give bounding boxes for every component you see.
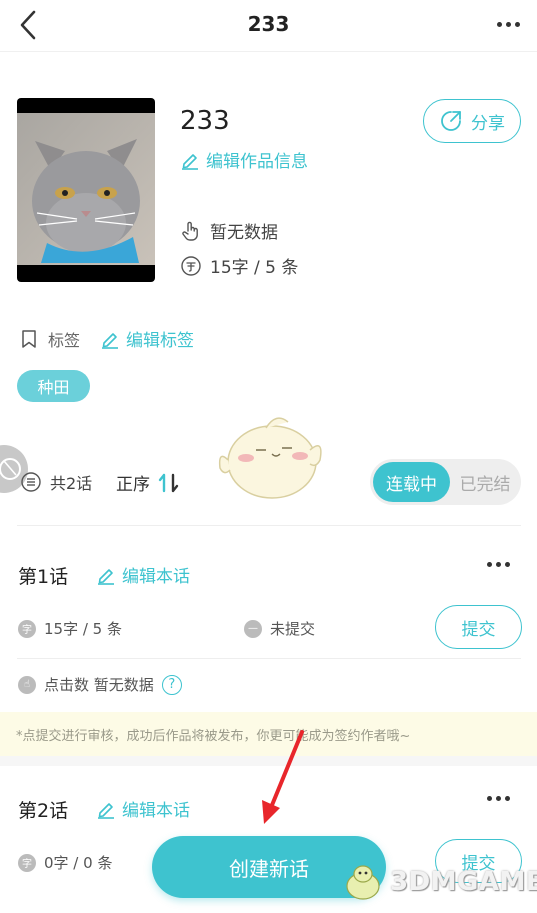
list-icon <box>21 472 41 492</box>
share-icon <box>441 111 461 131</box>
edit-chapter-label: 编辑本话 <box>122 567 190 587</box>
chapter-title: 第2话 <box>18 800 69 822</box>
sort-icon <box>158 473 179 492</box>
work-title: 233 <box>180 106 230 136</box>
divider <box>17 658 521 659</box>
help-icon[interactable]: ? <box>161 674 182 695</box>
more-icon <box>493 12 523 36</box>
pencil-icon <box>98 802 114 819</box>
cat-photo-icon <box>17 113 155 265</box>
tags-row: 标签 编辑标签 <box>18 326 194 351</box>
watermark-text: 3DMGAME <box>390 867 537 897</box>
page-title: 233 <box>247 12 290 36</box>
chapter-word-count-text: 0字 / 0 条 <box>44 854 113 872</box>
hand-pointer-icon: ☝ <box>18 675 36 694</box>
chapter-word-count: 字 15字 / 5 条 <box>18 618 122 639</box>
sort-order-label: 正序 <box>116 475 150 495</box>
chapter-count: 共2话 <box>20 470 92 494</box>
chapter-title: 第1话 <box>18 566 69 588</box>
chapter-count-text: 共2话 <box>50 474 93 493</box>
tags-label: 标签 <box>48 330 81 350</box>
edit-work-info-label: 编辑作品信息 <box>206 152 308 172</box>
chapter-more-button[interactable] <box>481 552 515 576</box>
word-count-text: 15字 / 5 条 <box>210 258 299 278</box>
character-count-icon: 字 <box>18 853 36 872</box>
bookmark-icon <box>22 329 36 348</box>
word-count-stat: 15字 / 5 条 <box>180 253 298 278</box>
tag-chip[interactable]: 种田 <box>17 370 90 402</box>
likes-stat: 暂无数据 <box>180 218 278 243</box>
mascot-illustration <box>218 417 322 499</box>
more-icon <box>481 786 515 810</box>
more-menu-button[interactable] <box>493 12 523 36</box>
annotation-arrow-icon <box>262 730 304 824</box>
divider <box>17 525 521 526</box>
pencil-icon <box>182 153 198 170</box>
chapter-word-count: 字 0字 / 0 条 <box>18 852 112 873</box>
serial-status-toggle[interactable]: 连载中 已完结 <box>370 459 521 505</box>
status-ongoing-option[interactable]: 连载中 <box>373 462 450 502</box>
hand-pointer-icon <box>182 221 198 241</box>
submit-button[interactable]: 提交 <box>435 605 522 649</box>
sort-order-toggle[interactable]: 正序 <box>116 470 182 495</box>
edit-chapter-link[interactable]: 编辑本话 <box>96 562 190 587</box>
chapter-clicks: ☝ 点击数 暂无数据 ? <box>18 674 182 695</box>
likes-text: 暂无数据 <box>210 223 278 243</box>
chapter-more-button[interactable] <box>481 786 515 810</box>
share-button[interactable]: 分享 <box>423 99 521 143</box>
edit-chapter-label: 编辑本话 <box>122 801 190 821</box>
chapter-clicks-text: 点击数 暂无数据 <box>44 676 154 694</box>
edit-tags-label: 编辑标签 <box>126 331 195 351</box>
chapter-status: — 未提交 <box>244 618 315 639</box>
share-label: 分享 <box>471 113 505 134</box>
character-count-icon <box>181 255 201 276</box>
watermark-mascot-icon <box>346 865 380 900</box>
minus-circle-icon: — <box>244 619 262 638</box>
chapter-word-count-text: 15字 / 5 条 <box>44 620 122 638</box>
chapter-status-text: 未提交 <box>270 620 316 638</box>
cover-image[interactable] <box>17 98 155 282</box>
edit-tags-link[interactable]: 编辑标签 <box>100 326 194 351</box>
character-count-icon: 字 <box>18 619 36 638</box>
edit-work-info-link[interactable]: 编辑作品信息 <box>180 147 308 172</box>
more-icon <box>481 552 515 576</box>
watermark: 3DMGAME <box>340 862 537 902</box>
edit-chapter-link[interactable]: 编辑本话 <box>96 796 190 821</box>
pencil-icon <box>102 332 119 349</box>
pencil-icon <box>98 568 114 585</box>
status-completed-option[interactable]: 已完结 <box>450 462 520 502</box>
